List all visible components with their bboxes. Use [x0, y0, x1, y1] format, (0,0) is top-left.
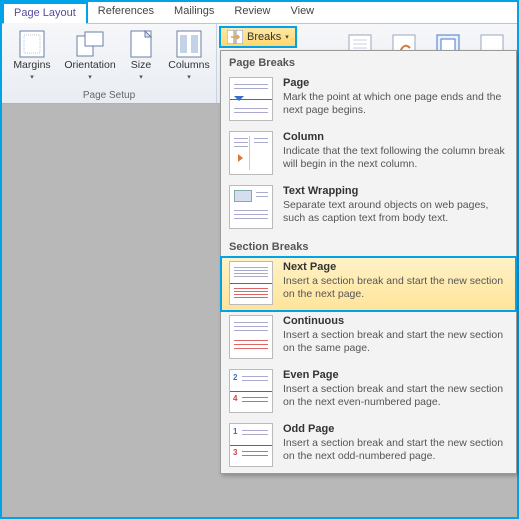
breaks-button[interactable]: Breaks ▾: [219, 26, 297, 48]
chevron-down-icon: ▾: [285, 33, 289, 41]
size-label: Size: [131, 60, 151, 72]
menu-item-column[interactable]: Column Indicate that the text following …: [221, 127, 516, 181]
chevron-down-icon: ▾: [187, 73, 191, 81]
tab-mailings[interactable]: Mailings: [164, 2, 224, 23]
size-icon: [125, 29, 157, 59]
chevron-down-icon: ▾: [88, 73, 92, 81]
menu-item-text-wrapping[interactable]: Text Wrapping Separate text around objec…: [221, 181, 516, 235]
next-page-title: Next Page: [283, 261, 508, 273]
next-page-desc: Insert a section break and start the new…: [283, 275, 508, 301]
page-title: Page: [283, 77, 508, 89]
chevron-down-icon: ▾: [139, 73, 143, 81]
column-desc: Indicate that the text following the col…: [283, 145, 508, 171]
breaks-label: Breaks: [247, 31, 281, 43]
margins-label: Margins: [13, 60, 50, 72]
breaks-dropdown: Page Breaks Page Mark the point at which…: [220, 50, 517, 474]
menu-item-odd-page[interactable]: 1 3 Odd Page Insert a section break and …: [221, 419, 516, 473]
tab-page-layout[interactable]: Page Layout: [2, 2, 88, 23]
menu-item-continuous[interactable]: Continuous Insert a section break and st…: [221, 311, 516, 365]
tab-view[interactable]: View: [280, 2, 324, 23]
tab-references[interactable]: References: [88, 2, 164, 23]
page-break-icon: [229, 77, 273, 121]
even-page-title: Even Page: [283, 369, 508, 381]
menu-item-next-page[interactable]: Next Page Insert a section break and sta…: [220, 256, 517, 312]
column-title: Column: [283, 131, 508, 143]
columns-button[interactable]: Columns ▾: [166, 26, 212, 89]
orientation-label: Orientation: [64, 60, 115, 72]
tab-review[interactable]: Review: [224, 2, 280, 23]
orientation-icon: [74, 29, 106, 59]
odd-page-desc: Insert a section break and start the new…: [283, 437, 508, 463]
odd-page-title: Odd Page: [283, 423, 508, 435]
size-button[interactable]: Size ▾: [122, 26, 160, 89]
group-page-setup: Margins ▾ Orientation ▾ Size ▾: [2, 24, 217, 103]
ribbon-tabs: Page Layout References Mailings Review V…: [2, 2, 517, 24]
odd-page-icon: 1 3: [229, 423, 273, 467]
text-wrapping-title: Text Wrapping: [283, 185, 508, 197]
columns-icon: [173, 29, 205, 59]
chevron-down-icon: ▾: [30, 73, 34, 81]
section-breaks-header: Section Breaks: [221, 235, 516, 257]
continuous-desc: Insert a section break and start the new…: [283, 329, 508, 355]
text-wrapping-desc: Separate text around objects on web page…: [283, 199, 508, 225]
page-breaks-header: Page Breaks: [221, 51, 516, 73]
menu-item-page[interactable]: Page Mark the point at which one page en…: [221, 73, 516, 127]
menu-item-even-page[interactable]: 2 4 Even Page Insert a section break and…: [221, 365, 516, 419]
text-wrapping-icon: [229, 185, 273, 229]
continuous-title: Continuous: [283, 315, 508, 327]
column-break-icon: [229, 131, 273, 175]
breaks-icon: [227, 30, 243, 44]
continuous-icon: [229, 315, 273, 359]
columns-label: Columns: [168, 60, 209, 72]
even-page-desc: Insert a section break and start the new…: [283, 383, 508, 409]
orientation-button[interactable]: Orientation ▾: [64, 26, 116, 89]
group-label-page-setup: Page Setup: [83, 89, 135, 103]
margins-icon: [16, 29, 48, 59]
next-page-icon: [229, 261, 273, 305]
page-desc: Mark the point at which one page ends an…: [283, 91, 508, 117]
margins-button[interactable]: Margins ▾: [6, 26, 58, 89]
even-page-icon: 2 4: [229, 369, 273, 413]
